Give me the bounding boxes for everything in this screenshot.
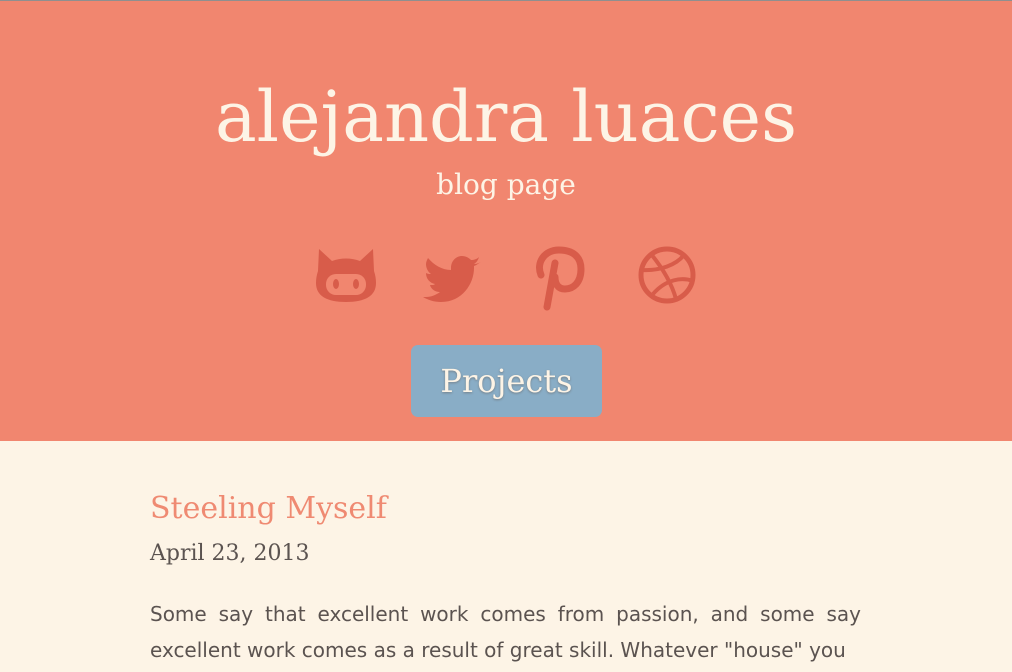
- dribbble-icon: [638, 246, 696, 304]
- pinterest-icon: [536, 246, 585, 311]
- post-date: April 23, 2013: [150, 541, 310, 566]
- twitter-icon: [423, 256, 481, 302]
- projects-button[interactable]: Projects: [411, 345, 602, 417]
- pinterest-link[interactable]: [527, 241, 593, 311]
- post-list: Steeling Myself April 23, 2013 Some say …: [0, 441, 1012, 672]
- site-title: alejandra luaces: [214, 76, 798, 158]
- site-header: alejandra luaces blog page Projects: [0, 1, 1012, 441]
- post-title-link[interactable]: Steeling Myself: [150, 489, 387, 529]
- github-icon: [316, 249, 376, 302]
- site-subtitle: blog page: [436, 168, 576, 201]
- github-link[interactable]: [313, 241, 379, 311]
- twitter-link[interactable]: [420, 241, 486, 311]
- post-excerpt: Some say that excellent work comes from …: [150, 602, 861, 662]
- dribbble-link[interactable]: [634, 241, 700, 311]
